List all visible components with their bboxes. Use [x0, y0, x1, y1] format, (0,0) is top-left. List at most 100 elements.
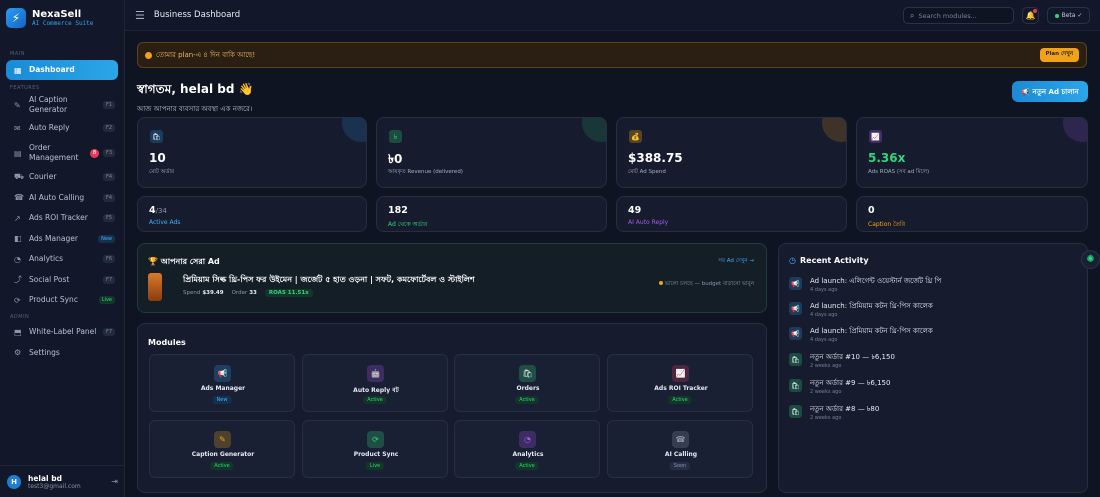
module-auto-reply[interactable]: 🤖 Auto Reply বট Active: [302, 354, 448, 412]
best-ad-heading-text: আপনার সেরা Ad: [160, 257, 220, 266]
module-product-sync[interactable]: ⟳ Product Sync Live: [302, 420, 448, 478]
sidebar-item-label: Courier: [29, 172, 57, 181]
sidebar-item-analytics[interactable]: ◔ Analytics F6: [0, 249, 124, 269]
activity-item[interactable]: 🛍 নতুন অর্ডার #8 — ৳80 2 weeks ago: [789, 403, 1079, 427]
plan-alert: তোমার plan-এ ৪ দিন বাকি আছে! Plan দেখুন: [137, 42, 1087, 68]
sparkle-icon: ✺: [1086, 254, 1095, 265]
sidebar-item-ads-manager[interactable]: ◧ Ads Manager New: [0, 228, 124, 249]
trophy-icon: 🏆: [148, 257, 158, 266]
activity-item[interactable]: 🛍 নতুন অর্ডার #10 — ৳6,150 2 weeks ago: [789, 351, 1079, 375]
megaphone-icon: 📢: [789, 327, 802, 340]
module-orders[interactable]: 🛍 Orders Active: [454, 354, 600, 412]
activity-item[interactable]: 📢 Ad launch: প্রিমিয়াম কটন থ্রি-পিস কাল…: [789, 325, 1079, 349]
logout-icon[interactable]: ⇥: [111, 477, 118, 486]
mini-stat-ai-reply[interactable]: 49 AI Auto Reply: [616, 196, 847, 232]
new-ad-button[interactable]: 📢 নতুন Ad চালান: [1012, 81, 1088, 102]
all-ads-link[interactable]: সব Ad দেখুন →: [718, 258, 754, 266]
assistant-fab[interactable]: ✺: [1081, 250, 1100, 269]
roas-badge: ROAS 11.51x: [264, 289, 313, 297]
sidebar-item-white-label[interactable]: ⬒ White-Label Panel F7: [0, 322, 124, 342]
live-badge: Live: [98, 296, 115, 304]
menu-icon[interactable]: ☰: [135, 9, 145, 22]
mini-stat-label: Active Ads: [149, 219, 181, 226]
share-icon: ⤴: [14, 275, 22, 284]
sidebar-item-dashboard[interactable]: ▦ Dashboard: [6, 60, 118, 80]
module-ai-calling[interactable]: ☎ AI Calling Soon: [607, 420, 753, 478]
activity-item[interactable]: 📢 Ad launch: এলিগেন্ট ওয়েস্টার্ন জর্জেট…: [789, 275, 1079, 299]
card-glow: [342, 118, 366, 142]
user-profile[interactable]: H helal bd test3@gmail.com ⇥: [0, 465, 125, 497]
sidebar-item-ads-roi-tracker[interactable]: ↗ Ads ROI Tracker F5: [0, 208, 124, 228]
activity-text: Ad launch: প্রিমিয়াম কটন থ্রি-পিস কালেক: [810, 302, 933, 310]
sidebar-item-social-post[interactable]: ⤴ Social Post F7: [0, 269, 124, 290]
sidebar: ⚡ NexaSell AI Commerce Suite MAIN ▦ Dash…: [0, 0, 125, 497]
total-ads-count: /34: [155, 207, 167, 215]
shortcut-badge: F6: [102, 255, 115, 263]
sidebar-item-courier[interactable]: ⛟ Courier F4: [0, 167, 124, 187]
stat-value: 5.36x: [868, 151, 906, 165]
status-dot: [1054, 13, 1059, 18]
activity-text: Ad launch: প্রিমিয়াম কটন থ্রি-পিস কালেক: [810, 327, 933, 335]
brand[interactable]: ⚡ NexaSell AI Commerce Suite: [0, 0, 124, 36]
stat-card-orders[interactable]: 🛍 10 মোট অর্ডার: [137, 117, 367, 188]
best-ad-heading: 🏆 আপনার সেরা Ad: [148, 256, 220, 269]
beta-badge[interactable]: Beta ✓: [1047, 7, 1090, 24]
search-input[interactable]: [918, 11, 1007, 20]
bag-icon: 🛍: [789, 353, 802, 366]
module-caption-generator[interactable]: ✎ Caption Generator Active: [149, 420, 295, 478]
activity-text: নতুন অর্ডার #8 — ৳80: [810, 405, 880, 413]
sidebar-item-ai-auto-calling[interactable]: ☎ AI Auto Calling F4: [0, 187, 124, 208]
stat-card-ad-spend[interactable]: 💰 $388.75 মোট Ad Spend: [616, 117, 847, 188]
search-box[interactable]: ⌕: [903, 7, 1014, 24]
view-plan-button[interactable]: Plan দেখুন: [1039, 48, 1079, 62]
best-ad-note-text: ভালো চলছে — budget বাড়ানো ভাবুন: [664, 281, 754, 287]
sidebar-item-settings[interactable]: ⚙ Settings: [0, 342, 124, 363]
welcome-title: স্বাগতম, helal bd 👋: [137, 82, 254, 96]
mini-stat-active-ads[interactable]: 4/34 Active Ads: [137, 196, 367, 232]
module-name: Caption Generator: [191, 451, 255, 458]
sidebar-item-auto-reply[interactable]: ✉ Auto Reply F2: [0, 117, 124, 139]
sidebar-item-label: Social Post: [29, 274, 70, 284]
bag-icon: 🛍: [789, 379, 802, 392]
alert-text: তোমার plan-এ ৪ দিন বাকি আছে!: [156, 51, 256, 59]
module-ads-roi[interactable]: 📈 Ads ROI Tracker Active: [607, 354, 753, 412]
dashboard-icon: ▦: [14, 65, 22, 75]
sidebar-item-ai-caption[interactable]: ✎ AI Caption Generator F1: [0, 93, 124, 117]
module-status: Soon: [669, 462, 691, 470]
activity-item[interactable]: 🛍 নতুন অর্ডার #9 — ৳6,150 2 weeks ago: [789, 377, 1079, 401]
module-status: Live: [365, 462, 385, 470]
page-title: Business Dashboard: [153, 10, 241, 20]
activity-heading-text: Recent Activity: [799, 256, 869, 265]
best-ad-note: ভালো চলছে — budget বাড়ানো ভাবুন: [658, 281, 754, 289]
modules-heading: Modules: [148, 338, 186, 347]
megaphone-icon: 📢: [214, 365, 231, 382]
module-ads-manager[interactable]: 📢 Ads Manager New: [149, 354, 295, 412]
best-ad-title: প্রিমিয়াম সিল্ক থ্রি-পিস ফর উইমেন | জর্…: [183, 275, 475, 284]
sidebar-item-label: Ads Manager: [29, 233, 78, 243]
module-name: Analytics: [512, 451, 544, 458]
sidebar-item-label: Product Sync: [29, 295, 78, 304]
stat-card-roas[interactable]: 📈 5.36x Ads ROAS (সব ad মিলে): [856, 117, 1088, 188]
welcome-subtitle: আজ আপনার ব্যবসার অবস্থা এক নজরে।: [137, 105, 253, 113]
brand-tagline: AI Commerce Suite: [32, 20, 94, 27]
activity-item[interactable]: 📢 Ad launch: প্রিমিয়াম কটন থ্রি-পিস কাল…: [789, 300, 1079, 324]
spend-label: Spend: [183, 290, 201, 296]
new-badge: New: [98, 234, 115, 243]
module-status: Active: [515, 462, 539, 470]
sidebar-item-order-management[interactable]: ▤ Order Management 8 F3: [0, 139, 124, 167]
sidebar-item-label: Ads ROI Tracker: [29, 213, 88, 222]
shortcut-badge: F1: [102, 101, 115, 109]
module-analytics[interactable]: ◔ Analytics Active: [454, 420, 600, 478]
user-email: test3@gmail.com: [28, 482, 81, 490]
card-glow: [822, 118, 846, 142]
truck-icon: ⛟: [14, 172, 25, 181]
stat-card-revenue[interactable]: ৳ ৳0 আয়কৃত Revenue (delivered): [376, 117, 607, 188]
module-name: Product Sync: [353, 451, 399, 458]
mini-stat-captions[interactable]: 0 Caption তৈরি: [856, 196, 1088, 232]
notifications-button[interactable]: 🔔: [1022, 7, 1039, 24]
card-glow: [1063, 118, 1087, 142]
stat-value: ৳0: [388, 152, 403, 166]
mini-stat-label: Ad থেকে অর্ডার: [388, 221, 428, 228]
sidebar-item-product-sync[interactable]: ⟳ Product Sync Live: [0, 290, 124, 310]
mini-stat-ad-orders[interactable]: 182 Ad থেকে অর্ডার: [376, 196, 607, 232]
